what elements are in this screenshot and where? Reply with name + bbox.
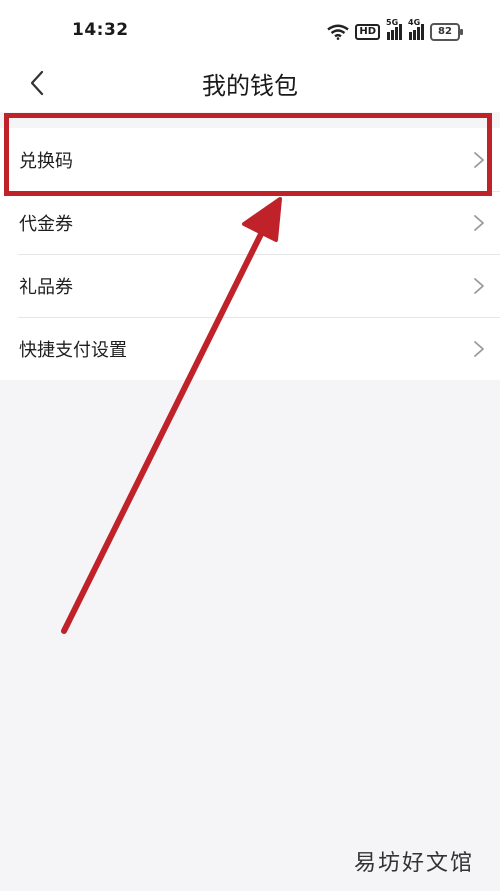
chevron-right-icon — [474, 152, 484, 168]
chevron-right-icon — [474, 341, 484, 357]
signal-5g-icon: 5G — [386, 18, 402, 40]
menu-item-label: 快捷支付设置 — [19, 339, 127, 361]
menu-item-label: 礼品券 — [19, 276, 73, 298]
menu-item-label: 兑换码 — [19, 150, 73, 172]
signal-4g-label: 4G — [408, 18, 421, 27]
chevron-right-icon — [474, 278, 484, 294]
menu-item-voucher[interactable]: 代金券 — [0, 191, 500, 254]
nav-bar: 我的钱包 — [0, 62, 500, 112]
menu-item-label: 代金券 — [19, 213, 73, 235]
signal-4g-icon: 4G — [408, 18, 424, 40]
battery-icon: 82 — [430, 23, 463, 41]
wallet-menu-list: 兑换码 代金券 礼品券 快捷支付设置 — [0, 128, 500, 380]
signal-5g-label: 5G — [386, 18, 399, 27]
hd-voice-icon: HD — [355, 24, 380, 40]
menu-item-redeem-code[interactable]: 兑换码 — [0, 128, 500, 191]
status-bar: 14:32 HD 5G 4G 82 — [0, 0, 500, 62]
watermark: 易坊好文馆 — [353, 851, 474, 876]
status-icons: HD 5G 4G 82 — [327, 18, 463, 42]
menu-item-quick-pay-settings[interactable]: 快捷支付设置 — [0, 317, 500, 380]
menu-item-gift-card[interactable]: 礼品券 — [0, 254, 500, 317]
status-time: 14:32 — [72, 20, 129, 40]
wifi-icon — [327, 24, 350, 40]
page-title: 我的钱包 — [202, 72, 298, 100]
chevron-right-icon — [474, 215, 484, 231]
